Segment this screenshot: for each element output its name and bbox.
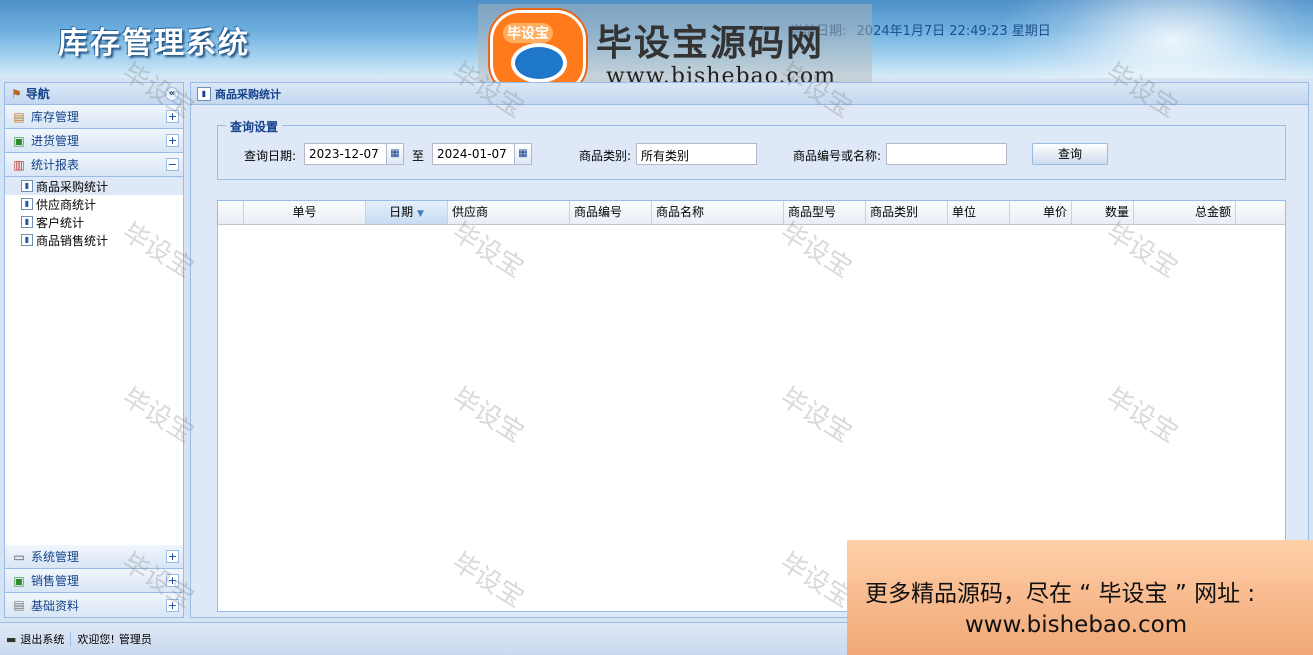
- nav-group-label: 销售管理: [31, 574, 80, 588]
- export-icon: ▣: [13, 573, 25, 588]
- nav-title: 导航: [25, 87, 50, 101]
- computer-icon: ▭: [13, 549, 25, 564]
- grid-header: 单号 日期 ▼ 供应商 商品编号 商品名称 商品型号 商品类别 单位 单价 数量…: [218, 201, 1285, 225]
- code-or-name-input[interactable]: [886, 143, 1007, 165]
- sidebar-item-purchase-stats[interactable]: ▮ 商品采购统计: [5, 177, 183, 195]
- grid-header-product-name[interactable]: 商品名称: [652, 201, 784, 224]
- code-label: 商品编号或名称:: [793, 149, 882, 163]
- nav-group-sales[interactable]: ▣ 销售管理 +: [5, 569, 183, 593]
- nav-group-label: 基础资料: [31, 598, 80, 613]
- status-divider: [70, 632, 72, 646]
- datetime-value: 2024年1月7日 22:49:23 星期日: [856, 24, 1051, 39]
- nav-group-label: 统计报表: [31, 158, 80, 172]
- app-title: 库存管理系统: [58, 26, 250, 61]
- import-icon: ▣: [13, 133, 25, 148]
- report-icon: ▮: [197, 86, 211, 101]
- logo-name: 毕设宝源码网: [596, 23, 825, 64]
- query-row: 查询日期: 2023-12-07 ▦ 至 2024-01-07 ▦ 商品类别: …: [218, 143, 1285, 165]
- date-label: 查询日期:: [244, 149, 297, 163]
- nav-group-reports[interactable]: ▥ 统计报表 −: [5, 153, 183, 177]
- expand-icon[interactable]: +: [166, 550, 179, 563]
- nav-group-system[interactable]: ▭ 系统管理 +: [5, 545, 183, 569]
- folder-icon: ▤: [13, 109, 25, 124]
- promo-banner: 更多精品源码，尽在 “ 毕设宝 ” 网址 : www.bishebao.com: [847, 540, 1313, 655]
- nav-group-inventory[interactable]: ▤ 库存管理 +: [5, 105, 183, 129]
- grid-header-supplier[interactable]: 供应商: [448, 201, 570, 224]
- monitor-icon: ▬: [6, 632, 17, 646]
- panel-title: 商品采购统计: [215, 87, 281, 101]
- nav-group-purchase[interactable]: ▣ 进货管理 +: [5, 129, 183, 153]
- sidebar-item-sales-stats[interactable]: ▮ 商品销售统计: [5, 231, 183, 249]
- grid-header-unit-price[interactable]: 单价: [1010, 201, 1072, 224]
- expand-icon[interactable]: +: [166, 574, 179, 587]
- grid-header-total[interactable]: 总金额: [1134, 201, 1236, 224]
- nav-bottom-groups: ▭ 系统管理 + ▣ 销售管理 + ▤ 基础资料 +: [5, 545, 183, 617]
- sidebar-item-label: 商品采购统计: [36, 179, 109, 194]
- grid-header-quantity[interactable]: 数量: [1072, 201, 1134, 224]
- grid-header-product-model[interactable]: 商品型号: [784, 201, 866, 224]
- report-icon: ▮: [21, 198, 33, 210]
- collapse-nav-button[interactable]: «: [165, 86, 179, 101]
- grid-header-product-category[interactable]: 商品类别: [866, 201, 948, 224]
- nav-group-label: 库存管理: [31, 110, 80, 124]
- grid-header-unit[interactable]: 单位: [948, 201, 1010, 224]
- expand-icon[interactable]: +: [166, 134, 179, 147]
- chart-icon: ▥: [13, 157, 25, 172]
- nav-group-label: 系统管理: [31, 550, 80, 564]
- grid-header-date-label: 日期: [389, 205, 414, 219]
- nav-header: ⚑ 导航 «: [5, 83, 183, 105]
- grid-header-product-code[interactable]: 商品编号: [570, 201, 652, 224]
- sort-desc-icon: ▼: [416, 209, 424, 219]
- document-icon: ▤: [13, 598, 25, 612]
- grid-header-order-no[interactable]: 单号: [244, 201, 366, 224]
- promo-line-2: www.bishebao.com: [965, 612, 1188, 638]
- collapse-icon[interactable]: −: [166, 158, 179, 171]
- grid-header-date[interactable]: 日期 ▼: [366, 201, 448, 224]
- current-user: 管理员: [118, 633, 152, 646]
- report-icon: ▮: [21, 216, 33, 228]
- nav-group-label: 进货管理: [31, 134, 80, 148]
- to-label: 至: [412, 149, 425, 163]
- welcome-text: 欢迎您!: [77, 633, 115, 646]
- category-select[interactable]: 所有类别: [636, 143, 757, 165]
- date-to-input[interactable]: 2024-01-07: [432, 143, 516, 165]
- header-glow: [993, 0, 1313, 78]
- query-button[interactable]: 查询: [1032, 143, 1108, 165]
- sidebar-item-label: 客户统计: [36, 215, 85, 230]
- expand-icon[interactable]: +: [166, 598, 179, 612]
- nav-group-basic-data[interactable]: ▤ 基础资料 +: [5, 593, 183, 617]
- grid-header-rownum: [218, 201, 244, 224]
- tab-purchase-stats[interactable]: ▮ 商品采购统计: [191, 83, 1308, 105]
- logout-link[interactable]: 退出系统: [20, 631, 64, 647]
- query-settings: 查询设置 查询日期: 2023-12-07 ▦ 至 2024-01-07 ▦ 商…: [217, 118, 1286, 180]
- date-from-input[interactable]: 2023-12-07: [304, 143, 388, 165]
- promo-line-1: 更多精品源码，尽在 “ 毕设宝 ” 网址 :: [865, 581, 1256, 607]
- category-label: 商品类别:: [579, 149, 632, 163]
- report-icon: ▮: [21, 234, 33, 246]
- expand-icon[interactable]: +: [166, 110, 179, 123]
- sidebar-item-customer-stats[interactable]: ▮ 客户统计: [5, 213, 183, 231]
- sidebar-item-label: 供应商统计: [36, 197, 97, 212]
- logo-badge-disc: [511, 43, 567, 83]
- navigation-panel: ⚑ 导航 « ▤ 库存管理 + ▣ 进货管理 + ▥ 统计报表 − ▮ 商品采购…: [4, 82, 184, 618]
- calendar-icon[interactable]: ▦: [514, 143, 532, 165]
- report-icon: ▮: [21, 180, 33, 192]
- calendar-icon[interactable]: ▦: [386, 143, 404, 165]
- sidebar-item-supplier-stats[interactable]: ▮ 供应商统计: [5, 195, 183, 213]
- main-panel: ▮ 商品采购统计 查询设置 查询日期: 2023-12-07 ▦ 至 2024-…: [190, 82, 1309, 618]
- signpost-icon: ⚑: [11, 86, 22, 101]
- query-legend: 查询设置: [226, 118, 283, 135]
- sidebar-item-label: 商品销售统计: [36, 233, 109, 248]
- logo-badge-text: 毕设宝: [503, 23, 553, 43]
